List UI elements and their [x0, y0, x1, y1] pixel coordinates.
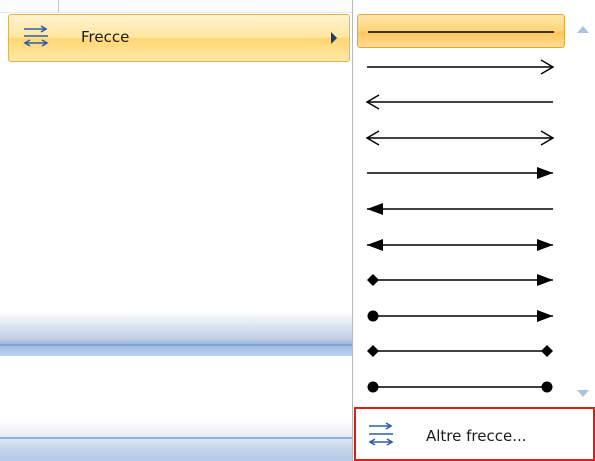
- arrow-style-diamond-diamond[interactable]: [357, 334, 565, 368]
- arrows-icon: [366, 420, 396, 454]
- arrow-style-preview: [368, 31, 554, 33]
- menu-item-frecce[interactable]: Frecce: [8, 14, 350, 62]
- arrow-style-diamond-triangle[interactable]: [357, 263, 565, 297]
- arrows-submenu: Altre frecce...: [352, 0, 595, 461]
- arrow-style-preview: [365, 130, 555, 146]
- arrow-style-preview: [367, 239, 553, 251]
- arrow-style-preview: [367, 59, 555, 75]
- arrow-style-line-plain[interactable]: [357, 14, 565, 48]
- arrow-style-open-start[interactable]: [357, 85, 565, 119]
- arrow-style-preview: [367, 381, 553, 393]
- arrow-style-preview: [367, 345, 553, 357]
- arrow-style-open-both[interactable]: [357, 121, 565, 155]
- more-arrows-label: Altre frecce...: [426, 427, 527, 445]
- scroll-down-icon[interactable]: [577, 390, 589, 397]
- arrow-style-preview: [365, 94, 553, 110]
- arrow-style-preview: [367, 167, 553, 179]
- arrow-style-preview: [367, 310, 553, 322]
- gallery-scrollbar[interactable]: [571, 0, 595, 404]
- arrow-style-filled-start[interactable]: [357, 192, 565, 226]
- arrow-style-open-end[interactable]: [357, 50, 565, 84]
- parent-menu: Frecce: [0, 0, 354, 461]
- menu-group-separator: [0, 312, 354, 356]
- more-arrows-button[interactable]: Altre frecce...: [354, 407, 595, 461]
- arrow-style-preview: [367, 203, 553, 215]
- arrow-style-circle-circle[interactable]: [357, 370, 565, 404]
- arrow-style-gallery: [353, 0, 571, 404]
- arrow-style-filled-end[interactable]: [357, 156, 565, 190]
- menu-top-edge: [0, 0, 354, 13]
- menu-item-label: Frecce: [81, 28, 130, 46]
- arrow-style-filled-both[interactable]: [357, 228, 565, 262]
- submenu-chevron-right-icon: [331, 32, 337, 44]
- arrow-style-circle-triangle[interactable]: [357, 299, 565, 333]
- arrows-icon: [21, 25, 51, 55]
- arrow-style-preview: [367, 274, 553, 286]
- menu-group-separator: [0, 420, 354, 461]
- scroll-up-icon[interactable]: [577, 26, 589, 33]
